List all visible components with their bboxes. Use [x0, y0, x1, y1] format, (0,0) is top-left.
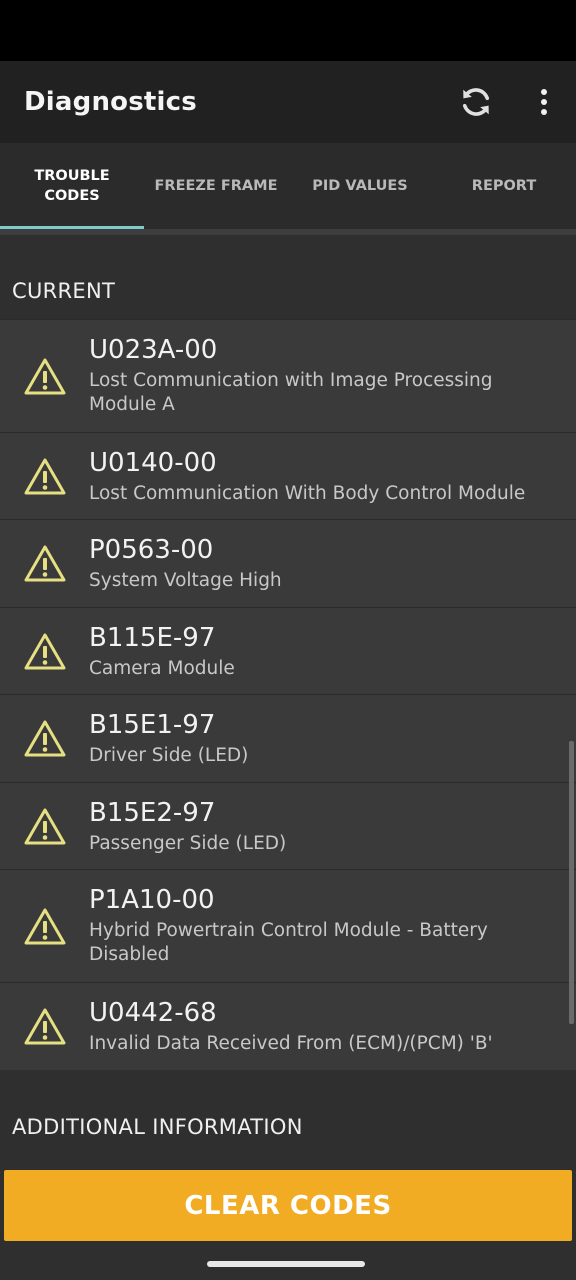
warning-icon: [0, 870, 89, 983]
tab-label: TROUBLE CODES: [34, 168, 110, 204]
trouble-code-id: P1A10-00: [89, 885, 215, 915]
app-bar: Diagnostics: [0, 61, 576, 143]
more-vert-icon: [541, 89, 547, 115]
trouble-code-row[interactable]: U0442-68 Invalid Data Received From (ECM)…: [0, 982, 576, 1070]
warning-icon: [0, 433, 89, 520]
refresh-icon: [462, 88, 490, 116]
tab-trouble-codes[interactable]: TROUBLE CODES: [0, 143, 144, 229]
scrollbar[interactable]: [569, 741, 574, 1024]
trouble-code-row[interactable]: P1A10-00 Hybrid Powertrain Control Module…: [0, 869, 576, 982]
trouble-code-row[interactable]: B15E1-97 Driver Side (LED): [0, 694, 576, 782]
warning-icon: [0, 608, 89, 695]
trouble-code-id: U023A-00: [89, 335, 218, 365]
trouble-code-text: B15E1-97 Driver Side (LED): [89, 695, 576, 768]
trouble-code-description: Camera Module: [89, 658, 235, 679]
trouble-code-text: P0563-00 System Voltage High: [89, 520, 576, 593]
trouble-codes-list: U023A-00 Lost Communication with Image Pr…: [0, 319, 576, 1070]
trouble-code-description: Driver Side (LED): [89, 745, 249, 766]
section-header-additional-info: ADDITIONAL INFORMATION: [12, 1115, 303, 1139]
trouble-code-description: System Voltage High: [89, 570, 282, 591]
trouble-code-row[interactable]: U0140-00 Lost Communication With Body Con…: [0, 432, 576, 519]
tab-bar: TROUBLE CODES FREEZE FRAME PID VALUES REPOR…: [0, 143, 576, 229]
warning-icon: [0, 520, 89, 608]
trouble-code-text: B15E2-97 Passenger Side (LED): [89, 783, 576, 856]
refresh-button[interactable]: [452, 78, 500, 126]
trouble-code-id: B115E-97: [89, 623, 216, 653]
trouble-code-text: P1A10-00 Hybrid Powertrain Control Module…: [89, 870, 576, 967]
overflow-menu-button[interactable]: [520, 78, 568, 126]
tab-label: PID VALUES: [312, 178, 408, 194]
trouble-code-row[interactable]: U023A-00 Lost Communication with Image Pr…: [0, 319, 576, 432]
trouble-code-text: U0140-00 Lost Communication With Body Con…: [89, 433, 576, 506]
tab-divider: [0, 229, 576, 235]
tab-label: FREEZE FRAME: [154, 178, 278, 194]
tab-report[interactable]: REPORT: [432, 143, 576, 229]
trouble-code-text: U0442-68 Invalid Data Received From (ECM)…: [89, 983, 576, 1056]
tab-pid-values[interactable]: PID VALUES: [288, 143, 432, 229]
warning-icon: [0, 320, 89, 433]
section-header-current: CURRENT: [12, 279, 116, 303]
trouble-code-id: P0563-00: [89, 535, 214, 565]
clear-codes-button[interactable]: CLEAR CODES: [4, 1170, 572, 1241]
trouble-code-id: U0140-00: [89, 448, 217, 478]
warning-icon: [0, 783, 89, 870]
trouble-code-description: Lost Communication With Body Control Mod…: [89, 483, 526, 504]
trouble-code-text: B115E-97 Camera Module: [89, 608, 576, 681]
gesture-nav-handle[interactable]: [207, 1261, 365, 1267]
trouble-code-row[interactable]: B115E-97 Camera Module: [0, 607, 576, 694]
tab-freeze-frame[interactable]: FREEZE FRAME: [144, 143, 288, 229]
trouble-code-id: U0442-68: [89, 998, 217, 1028]
app-title: Diagnostics: [24, 87, 197, 117]
trouble-code-description: Passenger Side (LED): [89, 833, 287, 854]
status-bar: [0, 0, 576, 61]
trouble-code-id: B15E1-97: [89, 710, 216, 740]
trouble-code-row[interactable]: B15E2-97 Passenger Side (LED): [0, 782, 576, 869]
trouble-code-description: Lost Communication with Image Processing…: [89, 370, 493, 415]
trouble-code-row[interactable]: P0563-00 System Voltage High: [0, 519, 576, 607]
trouble-code-id: B15E2-97: [89, 798, 216, 828]
trouble-code-description: Invalid Data Received From (ECM)/(PCM) '…: [89, 1033, 493, 1054]
warning-icon: [0, 695, 89, 783]
trouble-code-text: U023A-00 Lost Communication with Image Pr…: [89, 320, 576, 417]
trouble-code-description: Hybrid Powertrain Control Module - Batte…: [89, 920, 488, 965]
warning-icon: [0, 983, 89, 1071]
tab-label: REPORT: [471, 178, 537, 194]
